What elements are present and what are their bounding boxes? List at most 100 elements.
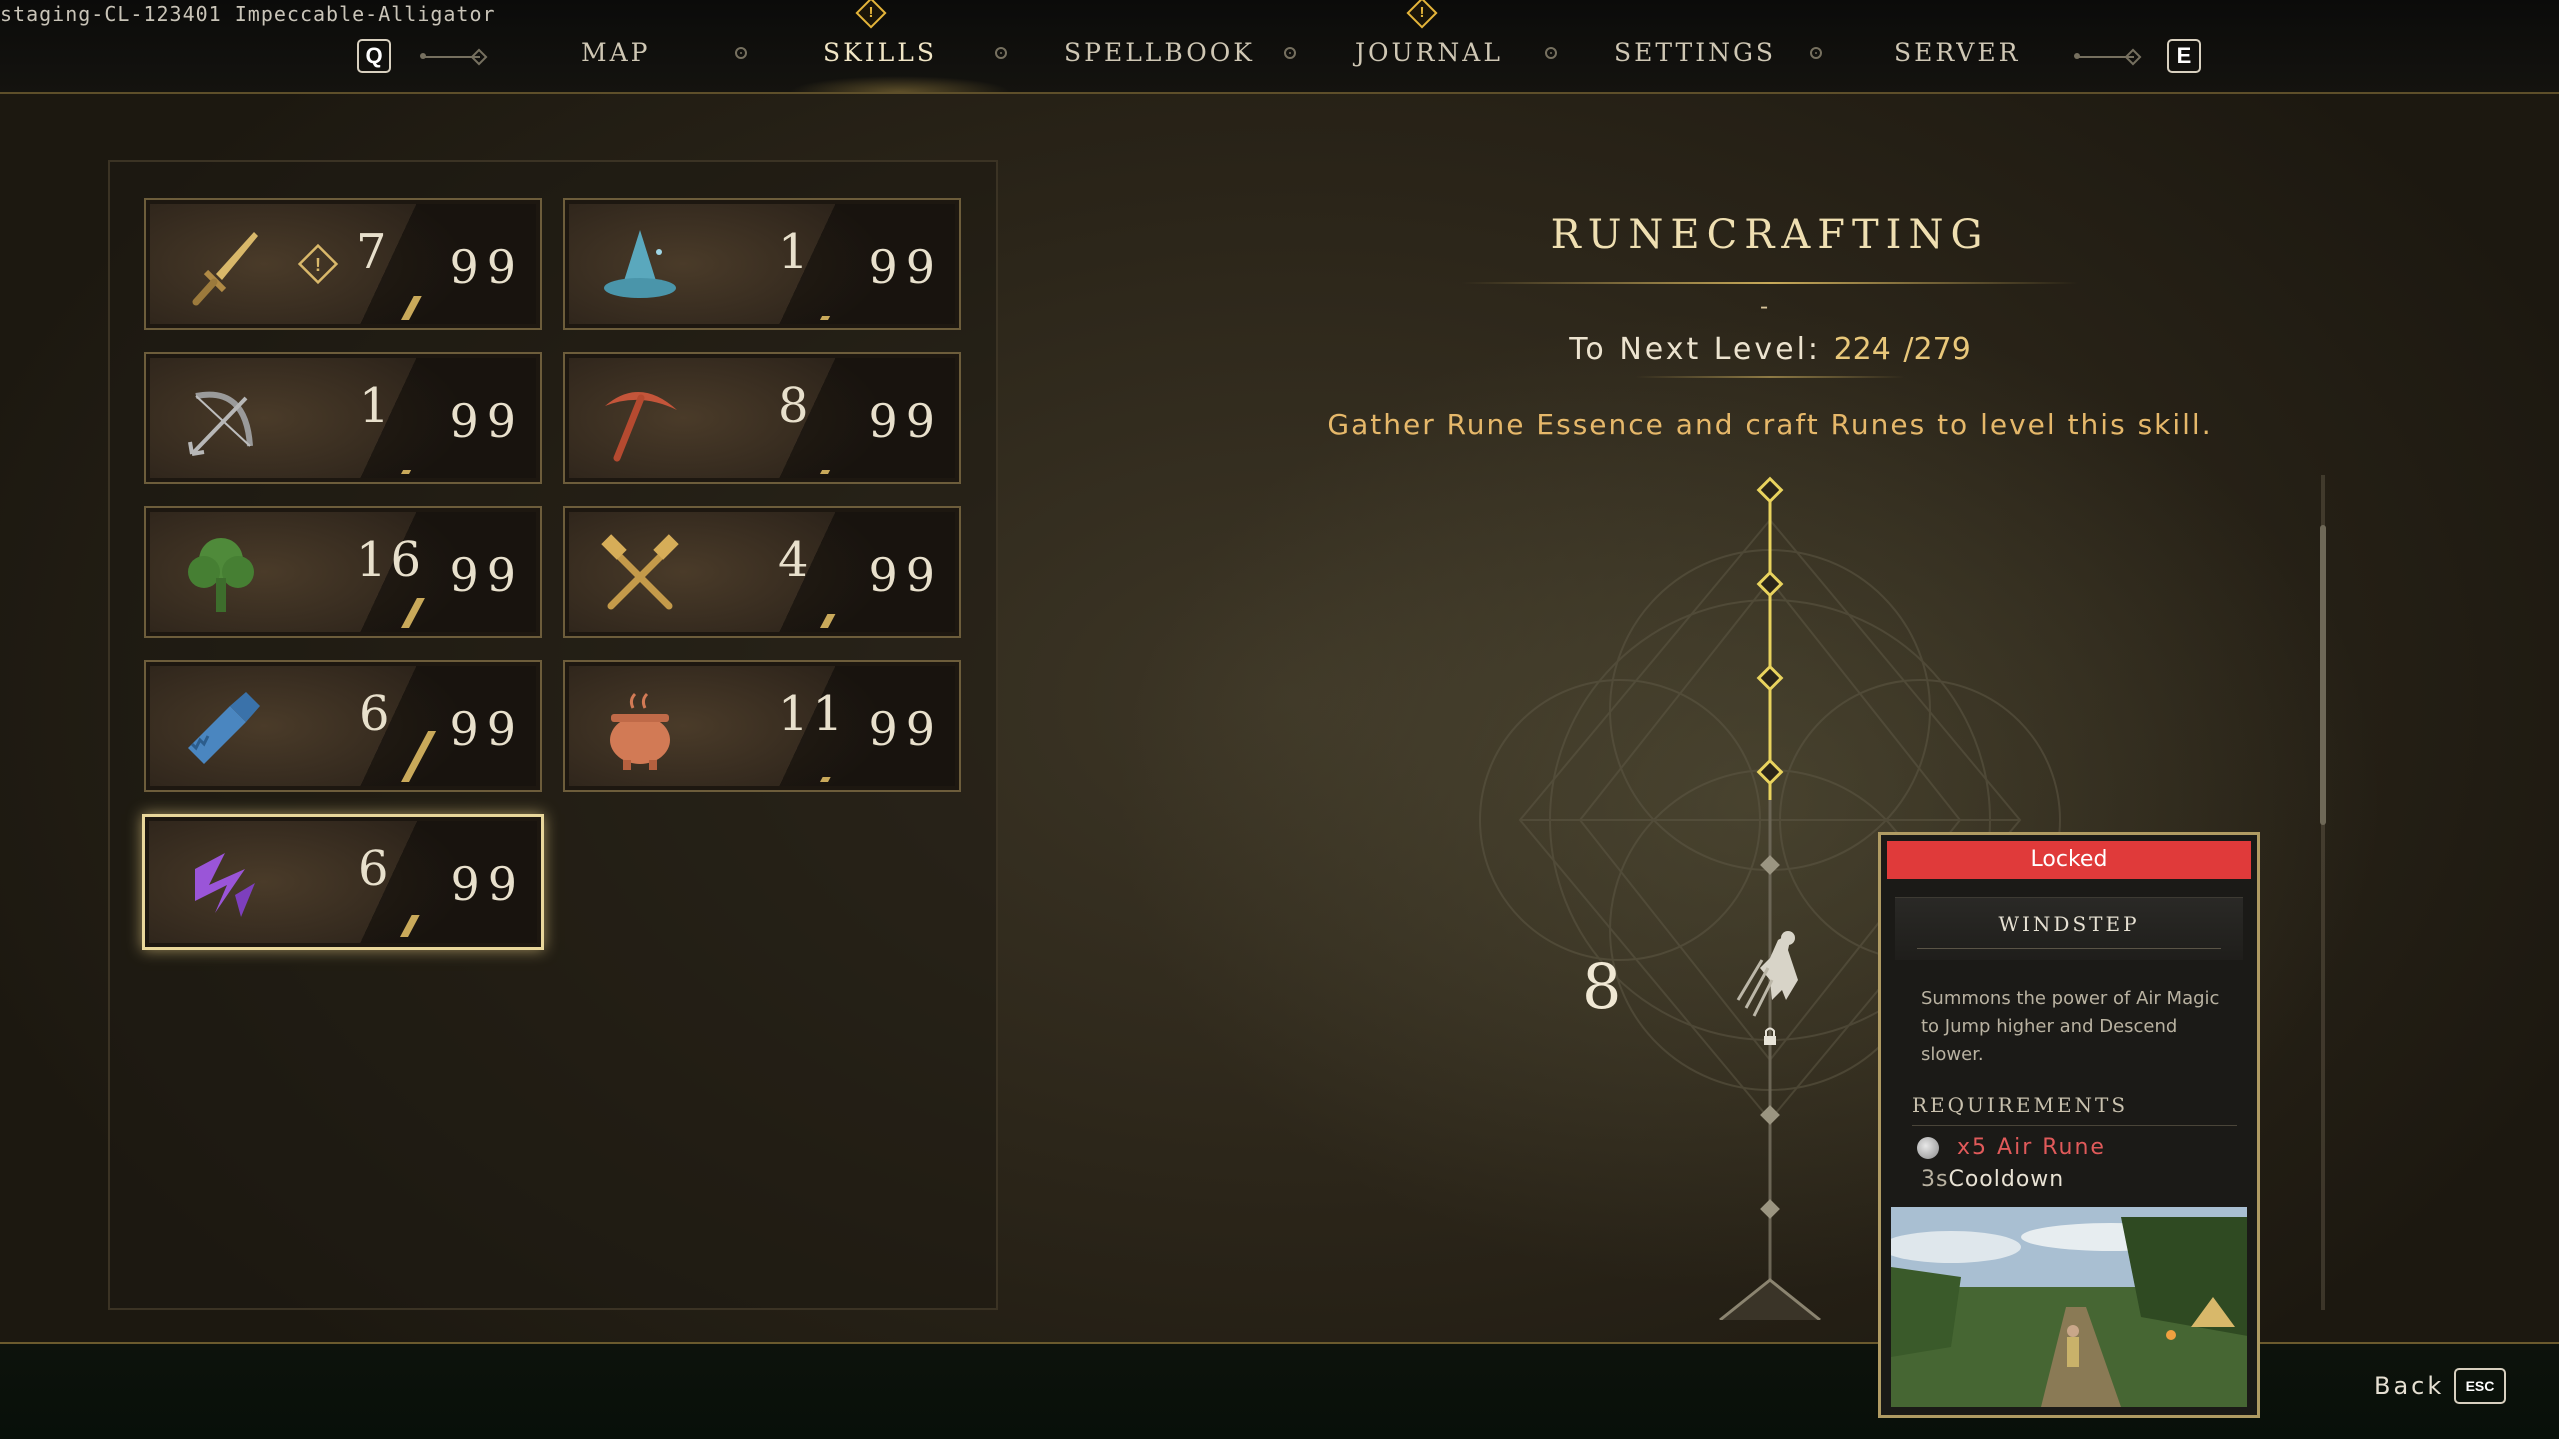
nav-connector-right xyxy=(2074,53,2134,59)
skills-alert-icon: ! xyxy=(855,0,887,29)
tree-node-locked[interactable] xyxy=(1760,1105,1780,1125)
lock-icon xyxy=(1764,1036,1776,1045)
skill-level: 7 xyxy=(356,224,391,280)
skill-card-crafting[interactable]: 6 99 xyxy=(144,660,542,792)
title-divider xyxy=(1462,282,2078,284)
skill-progress-slash xyxy=(820,777,831,782)
ability-description: Summons the power of Air Magic to Jump h… xyxy=(1921,988,2220,1065)
skill-progress-slash xyxy=(401,731,437,782)
rune-icon xyxy=(195,853,255,917)
sword-icon xyxy=(192,232,258,306)
next-level-current: 224 xyxy=(1833,332,1891,367)
ability-name-divider xyxy=(1917,948,2221,949)
tree-node[interactable] xyxy=(1756,476,1784,504)
ability-tooltip: Locked WINDSTEP Summons the power of Air… xyxy=(1878,832,2260,1418)
tree-node-locked[interactable] xyxy=(1760,1199,1780,1219)
skill-level: 4 xyxy=(778,532,813,588)
esc-key-badge[interactable]: ESC xyxy=(2454,1368,2506,1404)
tab-server[interactable]: SERVER xyxy=(1894,38,2020,67)
skill-card-mining[interactable]: 8 99 xyxy=(563,352,961,484)
skill-level: 1 xyxy=(778,224,813,280)
windstep-ability-icon[interactable] xyxy=(1736,931,1798,1045)
prev-tab-key[interactable]: Q xyxy=(357,39,391,73)
ability-preview-image xyxy=(1891,1207,2247,1407)
air-rune-icon xyxy=(1917,1137,1939,1159)
skill-max-level: 99 xyxy=(868,240,943,294)
tab-spellbook[interactable]: SPELLBOOK xyxy=(1064,38,1255,67)
svg-text:!: ! xyxy=(315,255,321,275)
tab-map[interactable]: MAP xyxy=(581,38,650,67)
next-level-readout: To Next Level: 224 /279 xyxy=(1400,332,2140,367)
skill-level: 16 xyxy=(356,532,426,588)
tree-node[interactable] xyxy=(1756,664,1784,692)
skill-max-level: 99 xyxy=(449,702,524,756)
requirements-divider xyxy=(1912,1125,2237,1126)
skill-card-cooking[interactable]: 11 99 xyxy=(563,660,961,792)
cooldown-label: Cooldown xyxy=(1948,1167,2065,1192)
skill-card-ranged[interactable]: 1 99 xyxy=(144,352,542,484)
skill-max-level: 99 xyxy=(450,857,525,911)
ability-name-box: WINDSTEP xyxy=(1895,897,2243,960)
locked-badge: Locked xyxy=(1887,841,2251,879)
saw-icon xyxy=(188,692,260,764)
cauldron-icon xyxy=(610,692,670,770)
preview-scene xyxy=(1891,1207,2247,1407)
nav-separator xyxy=(995,47,1007,59)
requirements-title: REQUIREMENTS xyxy=(1912,1093,2129,1117)
skill-max-level: 99 xyxy=(449,548,524,602)
skill-description: Gather Rune Essence and craft Runes to l… xyxy=(1327,408,2213,441)
wizard-hat-icon xyxy=(604,230,676,298)
skill-max-level: 99 xyxy=(449,240,524,294)
next-level-divider xyxy=(1635,376,1905,378)
nav-separator xyxy=(1810,47,1822,59)
tab-settings[interactable]: SETTINGS xyxy=(1614,38,1776,67)
skill-max-level: 99 xyxy=(868,702,943,756)
tab-skills[interactable]: SKILLS xyxy=(823,38,937,67)
nav-connector-left xyxy=(420,53,480,59)
skill-progress-slash xyxy=(401,470,412,474)
next-tab-key[interactable]: E xyxy=(2167,39,2201,73)
skill-progress-slash xyxy=(820,614,836,628)
skill-level: 6 xyxy=(359,686,394,742)
skill-card-runecrafting[interactable]: 6 99 xyxy=(142,814,544,950)
skills-panel: ! 7 99 1 99 1 99 8 99 16 99 4 99 6 99 11… xyxy=(108,160,998,1310)
skill-alert-icon: ! xyxy=(297,243,339,285)
skill-level: 11 xyxy=(778,686,848,742)
skill-max-level: 99 xyxy=(449,394,524,448)
pickaxe-icon xyxy=(605,391,677,462)
next-level-separator: / xyxy=(1903,332,1914,367)
tree-node[interactable] xyxy=(1756,570,1784,598)
skill-max-level: 99 xyxy=(868,548,943,602)
skill-card-woodcutting[interactable]: 16 99 xyxy=(144,506,542,638)
back-label[interactable]: Back xyxy=(2374,1372,2444,1400)
skill-level: 6 xyxy=(358,841,393,897)
skill-card-smithing[interactable]: 4 99 xyxy=(563,506,961,638)
tab-journal[interactable]: JOURNAL xyxy=(1355,38,1503,67)
tree-icon xyxy=(188,538,254,612)
build-label: staging-CL-123401 Impeccable-Alligator xyxy=(0,2,496,26)
hammers-icon xyxy=(601,534,679,610)
ability-name: WINDSTEP xyxy=(1998,912,2140,936)
skill-card-magic[interactable]: 1 99 xyxy=(563,198,961,330)
bow-icon xyxy=(188,391,253,456)
skill-progress-slash xyxy=(820,316,831,320)
next-level-total: 279 xyxy=(1913,332,1971,367)
nav-separator xyxy=(1545,47,1557,59)
tree-node-locked[interactable] xyxy=(1760,855,1780,875)
skill-progress-slash xyxy=(401,598,425,628)
skill-card-attack[interactable]: ! 7 99 xyxy=(144,198,542,330)
scrollbar-thumb[interactable] xyxy=(2320,525,2326,825)
top-nav: staging-CL-123401 Impeccable-Alligator Q… xyxy=(0,0,2559,94)
node-level-requirement: 8 xyxy=(1582,950,1622,1023)
skill-title: RUNECRAFTING xyxy=(1550,212,1990,258)
nav-separator xyxy=(735,47,747,59)
rune-quantity: x5 xyxy=(1957,1135,1989,1160)
tree-next-node[interactable] xyxy=(1719,1278,1821,1320)
skill-level: 8 xyxy=(778,378,813,434)
skill-progress-slash xyxy=(820,470,831,474)
cooldown-requirement: 3sCooldown xyxy=(1921,1167,2064,1192)
skill-progress-slash xyxy=(400,915,420,937)
next-level-label: To Next Level: xyxy=(1569,332,1822,367)
skill-progress-slash xyxy=(401,296,422,320)
tree-node[interactable] xyxy=(1756,758,1784,786)
